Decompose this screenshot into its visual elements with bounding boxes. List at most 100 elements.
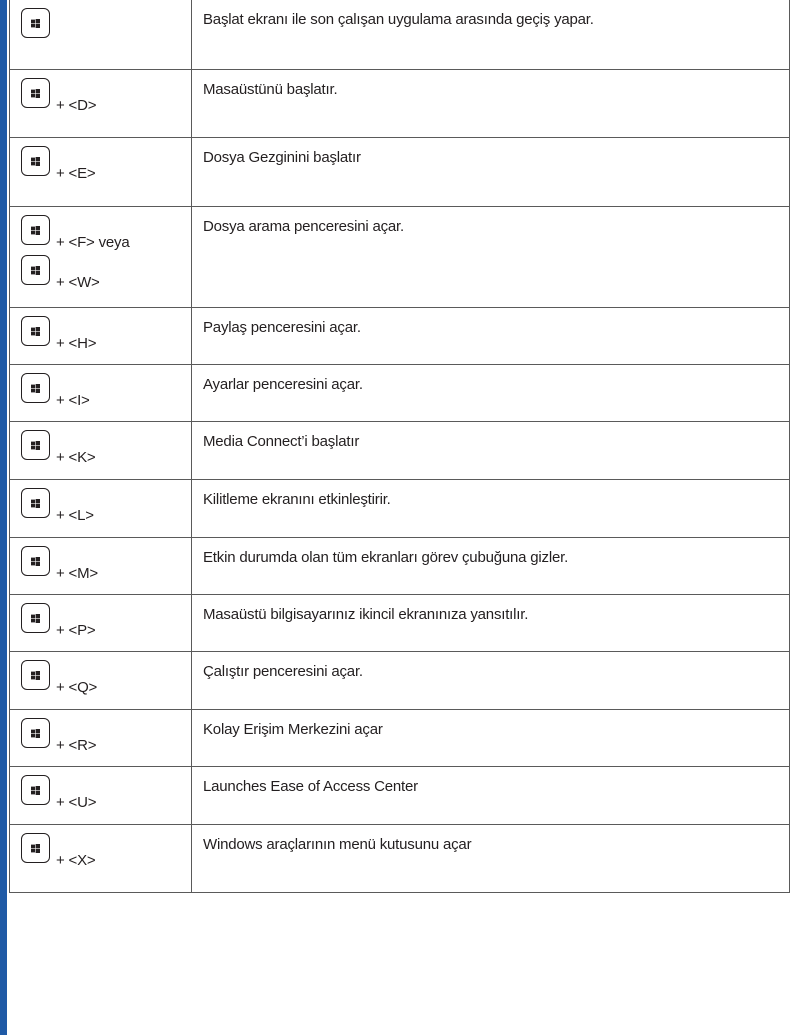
shortcut-description: Kolay Erişim Merkezini açar xyxy=(203,720,383,738)
table-row: + <F> veya + <W> Dosya arama penceresini a… xyxy=(9,205,790,308)
windows-logo-icon xyxy=(31,440,40,450)
shortcut-keys-cell: + <E> xyxy=(9,136,192,207)
shortcut-description: Launches Ease of Access Center xyxy=(203,777,418,795)
windows-logo-icon xyxy=(31,556,40,566)
windows-logo-icon xyxy=(31,785,40,795)
shortcut-description: Windows araçlarının menü kutusunu açar xyxy=(203,835,472,853)
windows-logo-icon xyxy=(31,670,40,680)
windows-key-icon xyxy=(21,372,50,403)
shortcut-description-cell: Dosya arama penceresini açar. xyxy=(191,205,790,308)
shortcut-key-label: + <M> xyxy=(56,564,98,582)
shortcut-key-combo: + <I> xyxy=(10,365,191,409)
shortcut-keys-cell: + <L> xyxy=(9,478,192,538)
shortcut-key-combo: + <K> xyxy=(10,422,191,466)
table-row: + <R> Kolay Erişim Merkezini açar xyxy=(9,708,790,767)
shortcut-description: Masaüstünü başlatır. xyxy=(203,80,338,98)
shortcut-keys-cell: + <P> xyxy=(9,593,192,652)
shortcut-key-combo: + <M> xyxy=(10,538,191,582)
shortcut-description: Çalıştır penceresini açar. xyxy=(203,662,363,680)
windows-key-icon xyxy=(21,429,50,460)
shortcut-description: Başlat ekranı ile son çalışan uygulama a… xyxy=(203,11,594,28)
windows-logo-icon xyxy=(31,265,40,275)
shortcut-key-label: + <U> xyxy=(56,793,97,811)
windows-logo-icon xyxy=(31,88,40,98)
shortcut-key-label: + <P> xyxy=(56,621,96,639)
shortcut-description-cell: Ayarlar penceresini açar. xyxy=(191,363,790,422)
shortcut-keys-cell: + <I> xyxy=(9,363,192,422)
shortcut-description-cell: Launches Ease of Access Center xyxy=(191,765,790,825)
shortcut-description: Kilitleme ekranını etkinleştirir. xyxy=(203,490,391,508)
shortcut-keys-cell: + <U> xyxy=(9,765,192,825)
shortcut-key-combo: + <U> xyxy=(10,767,191,811)
shortcut-key-label: + <F> veya xyxy=(56,233,130,251)
windows-key-icon xyxy=(21,315,50,346)
shortcut-description: Dosya Gezginini başlatır xyxy=(203,148,361,166)
shortcut-key-label: + <D> xyxy=(56,96,97,114)
shortcut-key-combo: + <R> xyxy=(10,710,191,754)
table-row: + <K> Media Connect’i başlatır xyxy=(9,420,790,480)
windows-logo-icon xyxy=(31,19,40,28)
shortcut-key-label: + <Q> xyxy=(56,678,98,696)
shortcut-key-combo: + <X> xyxy=(10,825,191,869)
shortcut-description-cell: Etkin durumda olan tüm ekranları görev ç… xyxy=(191,536,790,595)
table-row: + <D> Masaüstünü başlatır. xyxy=(9,68,790,138)
page-accent-bar xyxy=(0,0,7,1035)
shortcut-key-label: + <L> xyxy=(56,506,94,524)
shortcut-key-combo: + <W> xyxy=(10,247,191,291)
shortcut-description-cell: Paylaş penceresini açar. xyxy=(191,306,790,365)
shortcut-key-label: + <H> xyxy=(56,334,97,352)
shortcut-key-combo: + <E> xyxy=(10,138,191,182)
shortcut-description-cell: Masaüstünü başlatır. xyxy=(191,68,790,138)
windows-key-icon xyxy=(21,717,50,748)
table-row: + <U> Launches Ease of Access Center xyxy=(9,765,790,825)
table-row: + <Q> Çalıştır penceresini açar. xyxy=(9,650,790,710)
shortcut-description: Ayarlar penceresini açar. xyxy=(203,375,363,393)
shortcut-description: Masaüstü bilgisayarınız ikincil ekranını… xyxy=(203,605,529,623)
windows-logo-icon xyxy=(31,728,40,738)
shortcut-key-label: + <I> xyxy=(56,391,90,409)
shortcut-keys-cell: + <H> xyxy=(9,306,192,365)
windows-logo-icon xyxy=(31,498,40,508)
shortcut-key-combo: + <F> veya xyxy=(10,207,191,251)
shortcut-key-combo: + <D> xyxy=(10,70,191,114)
windows-logo-icon xyxy=(31,326,40,336)
shortcut-description-cell: Kolay Erişim Merkezini açar xyxy=(191,708,790,767)
shortcut-description-cell: Dosya Gezginini başlatır xyxy=(191,136,790,207)
table-row: + <M> Etkin durumda olan tüm ekranları gö… xyxy=(9,536,790,595)
shortcut-keys-cell: + <F> veya + <W> xyxy=(9,205,192,308)
windows-key-icon xyxy=(21,487,50,518)
shortcut-key-combo: + <Q> xyxy=(10,652,191,696)
shortcut-keys-cell: + <X> xyxy=(9,823,192,893)
shortcut-keys-cell: + <D> xyxy=(9,68,192,138)
shortcut-description: Media Connect’i başlatır xyxy=(203,432,360,450)
shortcut-key-label: + <E> xyxy=(56,164,96,182)
shortcut-key-combo: + <L> xyxy=(10,480,191,524)
shortcut-keys-cell xyxy=(9,0,192,70)
shortcut-description: Dosya arama penceresini açar. xyxy=(203,217,404,235)
table-row: + <I> Ayarlar penceresini açar. xyxy=(9,363,790,422)
windows-key-icon xyxy=(21,774,50,805)
shortcut-key-label: + <R> xyxy=(56,736,97,754)
shortcut-key-label: + <K> xyxy=(56,448,96,466)
shortcut-description-cell: Kilitleme ekranını etkinleştirir. xyxy=(191,478,790,538)
shortcut-table: Başlat ekranı ile son çalışan uygulama a… xyxy=(9,0,790,893)
windows-logo-icon xyxy=(31,225,40,235)
windows-key-icon xyxy=(21,602,50,633)
windows-logo-icon xyxy=(31,843,40,853)
windows-key-icon xyxy=(21,545,50,576)
shortcut-description-cell: Başlat ekranı ile son çalışan uygulama a… xyxy=(191,0,790,70)
shortcut-description: Paylaş penceresini açar. xyxy=(203,318,361,336)
shortcut-description: Etkin durumda olan tüm ekranları görev ç… xyxy=(203,548,569,566)
shortcut-keys-cell: + <R> xyxy=(9,708,192,767)
shortcut-keys-cell: + <K> xyxy=(9,420,192,480)
windows-key-icon xyxy=(21,659,50,690)
shortcut-description-cell: Windows araçlarının menü kutusunu açar xyxy=(191,823,790,893)
shortcut-description-cell: Masaüstü bilgisayarınız ikincil ekranını… xyxy=(191,593,790,652)
table-row: + <H> Paylaş penceresini açar. xyxy=(9,306,790,365)
table-row: + <X> Windows araçlarının menü kutusunu a… xyxy=(9,823,790,893)
table-row: + <L> Kilitleme ekranını etkinleştirir. xyxy=(9,478,790,538)
shortcut-keys-cell: + <Q> xyxy=(9,650,192,710)
windows-key-icon xyxy=(21,832,50,863)
windows-logo-icon xyxy=(31,156,40,166)
table-row: + <E> Dosya Gezginini başlatır xyxy=(9,136,790,207)
